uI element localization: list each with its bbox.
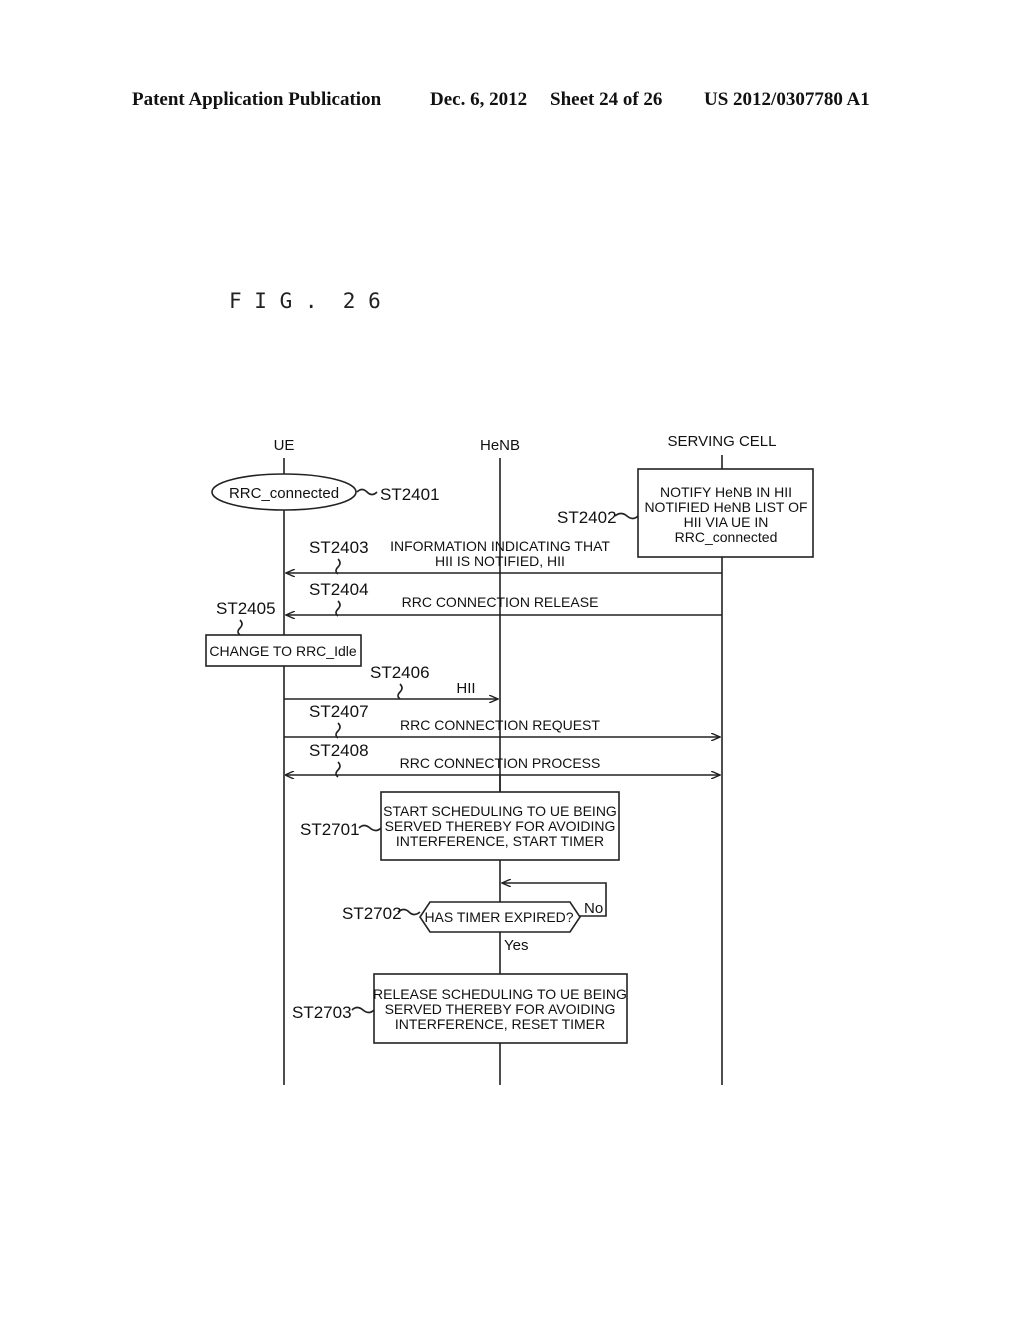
serving-box-line: NOTIFY HeNB IN HII	[660, 484, 792, 500]
state-rrc-connected-label: RRC_connected	[229, 485, 339, 502]
step-st2404: ST2404	[309, 580, 369, 599]
step-st2402: ST2402	[557, 508, 617, 527]
leader-st2402	[614, 512, 639, 520]
process-box-line: INTERFERENCE, START TIMER	[396, 833, 604, 849]
step-st2701: ST2701	[300, 820, 360, 839]
serving-box-line: RRC_connected	[675, 529, 778, 545]
leader-st2401	[356, 488, 378, 496]
process-box-line: RELEASE SCHEDULING TO UE BEING	[373, 986, 627, 1002]
leader-st2703	[351, 1006, 375, 1014]
leader-st2404	[335, 600, 341, 617]
process-box-line: START SCHEDULING TO UE BEING	[383, 803, 617, 819]
step-st2702: ST2702	[342, 904, 402, 923]
process-box-line: SERVED THEREBY FOR AVOIDING	[385, 1001, 616, 1017]
decision-label: HAS TIMER EXPIRED?	[424, 909, 573, 925]
leader-st2407	[335, 722, 341, 739]
sequence-diagram: UE HeNB SERVING CELL RRC_connected ST240…	[205, 433, 814, 1085]
process-box-line: SERVED THEREBY FOR AVOIDING	[385, 818, 616, 834]
step-st2406: ST2406	[370, 663, 430, 682]
message-label: HII IS NOTIFIED, HII	[435, 553, 565, 569]
step-st2405: ST2405	[216, 599, 276, 618]
step-st2403: ST2403	[309, 538, 369, 557]
lifeline-ue-label: UE	[274, 437, 295, 454]
process-box-line: INTERFERENCE, RESET TIMER	[395, 1016, 605, 1032]
serving-box-line: HII VIA UE IN	[684, 514, 769, 530]
decision-yes-label: Yes	[504, 937, 528, 954]
state-change-to-idle-label: CHANGE TO RRC_Idle	[209, 643, 357, 659]
leader-st2403	[335, 558, 341, 575]
message-label: RRC CONNECTION REQUEST	[400, 717, 600, 733]
message-label: RRC CONNECTION PROCESS	[400, 755, 601, 771]
lifeline-serving-cell-label: SERVING CELL	[668, 433, 777, 450]
message-label: RRC CONNECTION RELEASE	[402, 594, 599, 610]
message-label: HII	[456, 680, 475, 697]
serving-box-line: NOTIFIED HeNB LIST OF	[644, 499, 807, 515]
leader-st2406	[397, 683, 403, 700]
leader-st2701	[358, 824, 382, 832]
step-st2703: ST2703	[292, 1003, 352, 1022]
decision-no-label: No	[584, 900, 603, 917]
lifeline-henb-label: HeNB	[480, 437, 520, 454]
leader-st2405	[237, 619, 243, 636]
message-label: INFORMATION INDICATING THAT	[390, 538, 610, 554]
step-st2401: ST2401	[380, 485, 440, 504]
step-st2407: ST2407	[309, 702, 369, 721]
step-st2408: ST2408	[309, 741, 369, 760]
